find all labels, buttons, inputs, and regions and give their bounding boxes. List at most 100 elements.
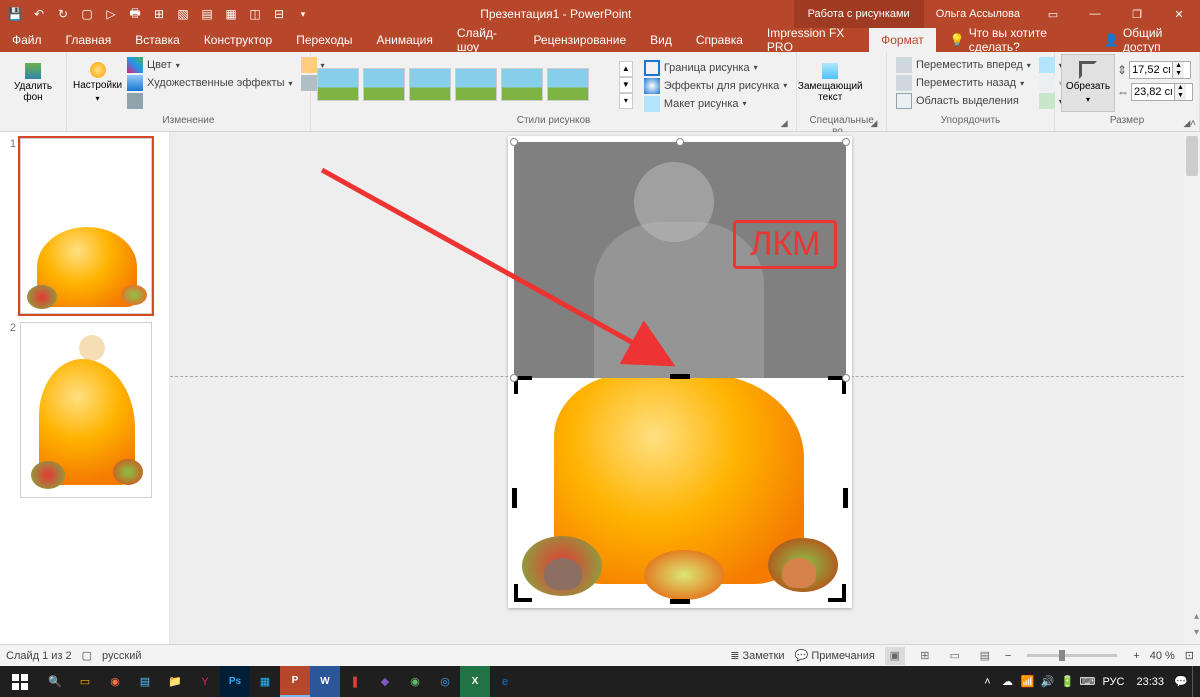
taskbar-app[interactable]: ◉ <box>100 666 130 697</box>
taskbar-app[interactable]: ◎ <box>430 666 460 697</box>
spin-up-icon[interactable]: ▲ <box>1174 84 1186 92</box>
qat-icon[interactable]: ▤ <box>196 3 218 25</box>
selection-pane-button[interactable]: Область выделения <box>893 92 1034 110</box>
taskbar-app-powerpoint[interactable]: P <box>280 666 310 697</box>
crop-handle[interactable] <box>828 584 846 602</box>
normal-view-icon[interactable]: ▣ <box>885 647 905 665</box>
spellcheck-icon[interactable]: ▢ <box>82 649 92 662</box>
user-name[interactable]: Ольга Ассылова <box>924 8 1032 20</box>
tab-view[interactable]: Вид <box>638 28 684 52</box>
tray-keyboard-icon[interactable]: ⌨ <box>1078 670 1096 694</box>
qat-more-icon[interactable]: ▾ <box>292 3 314 25</box>
tell-me-search[interactable]: 💡Что вы хотите сделать? <box>936 26 1092 54</box>
qat-icon[interactable]: ◫ <box>244 3 266 25</box>
crop-handle[interactable] <box>512 488 517 508</box>
style-thumb[interactable] <box>547 68 589 101</box>
qat-icon[interactable]: ▦ <box>220 3 242 25</box>
tab-design[interactable]: Конструктор <box>192 28 284 52</box>
height-input[interactable]: ▲▼ <box>1129 61 1191 79</box>
slide-thumbnail-1[interactable]: 1 <box>4 138 165 314</box>
zoom-slider-thumb[interactable] <box>1059 650 1065 661</box>
picture-border-button[interactable]: Граница рисунка ▾ <box>641 59 790 77</box>
taskbar-app[interactable]: Y <box>190 666 220 697</box>
alt-text-button[interactable]: Замещающий текст <box>803 54 857 112</box>
tray-clock[interactable]: 23:33 <box>1130 676 1170 688</box>
gallery-down-icon[interactable]: ▼ <box>619 77 633 93</box>
taskbar-app[interactable]: 📁 <box>160 666 190 697</box>
tab-file[interactable]: Файл <box>0 28 54 52</box>
next-slide-icon[interactable]: ▾ <box>1194 627 1199 638</box>
undo-icon[interactable]: ↶ <box>28 3 50 25</box>
picture-layout-button[interactable]: Макет рисунка ▾ <box>641 95 790 113</box>
corrections-button[interactable]: Настройки▾ <box>73 54 122 112</box>
qat-icon[interactable]: ⊞ <box>148 3 170 25</box>
collapse-ribbon-icon[interactable]: ˄ <box>1190 118 1196 129</box>
tab-animations[interactable]: Анимация <box>365 28 445 52</box>
send-backward-button[interactable]: Переместить назад ▾ <box>893 74 1034 92</box>
tab-review[interactable]: Рецензирование <box>521 28 638 52</box>
slide-counter[interactable]: Слайд 1 из 2 <box>6 650 72 662</box>
taskbar-app[interactable]: ❚ <box>340 666 370 697</box>
selection-handle[interactable] <box>510 138 518 146</box>
tray-notifications-icon[interactable]: 💬 <box>1172 670 1190 694</box>
taskbar-app-excel[interactable]: X <box>460 666 490 697</box>
save-icon[interactable]: 💾 <box>4 3 26 25</box>
qat-icon[interactable]: ▧ <box>172 3 194 25</box>
vertical-scrollbar[interactable] <box>1184 132 1200 644</box>
style-thumb[interactable] <box>409 68 451 101</box>
tray-network-icon[interactable]: 📶 <box>1018 670 1036 694</box>
fit-slide-icon[interactable]: ⊡ <box>1185 649 1194 662</box>
from-beginning-icon[interactable]: ▷ <box>100 3 122 25</box>
selection-handle[interactable] <box>676 138 684 146</box>
crop-handle[interactable] <box>514 584 532 602</box>
slide-thumbnails-pane[interactable]: 1 2 <box>0 132 170 644</box>
tab-slideshow[interactable]: Слайд-шоу <box>445 28 522 52</box>
ribbon-options-icon[interactable]: ▭ <box>1032 0 1074 28</box>
dialog-launcher-icon[interactable]: ◢ <box>778 118 790 130</box>
compress-pictures-button[interactable] <box>124 92 295 110</box>
taskbar-app[interactable]: ▦ <box>250 666 280 697</box>
share-button[interactable]: 👤Общий доступ <box>1092 26 1200 54</box>
style-thumb[interactable] <box>363 68 405 101</box>
search-icon[interactable]: 🔍 <box>40 666 70 697</box>
tray-onedrive-icon[interactable]: ☁ <box>998 670 1016 694</box>
tray-battery-icon[interactable]: 🔋 <box>1058 670 1076 694</box>
comments-button[interactable]: 💬 Примечания <box>795 649 875 662</box>
redo-icon[interactable]: ↻ <box>52 3 74 25</box>
quick-print-icon[interactable]: 🖶 <box>124 3 146 25</box>
tray-chevron-icon[interactable]: ˄ <box>978 670 996 694</box>
notes-button[interactable]: ≣ Заметки <box>730 649 784 662</box>
bring-forward-button[interactable]: Переместить вперед ▾ <box>893 56 1034 74</box>
taskbar-app[interactable]: ▤ <box>130 666 160 697</box>
language-indicator[interactable]: русский <box>102 650 141 662</box>
taskbar-app[interactable]: ◉ <box>400 666 430 697</box>
tray-volume-icon[interactable]: 🔊 <box>1038 670 1056 694</box>
scrollbar-thumb[interactable] <box>1186 136 1198 176</box>
crop-handle[interactable] <box>670 374 690 379</box>
style-thumb[interactable] <box>317 68 359 101</box>
color-button[interactable]: Цвет ▾ <box>124 56 295 74</box>
tab-home[interactable]: Главная <box>54 28 124 52</box>
width-input[interactable]: ▲▼ <box>1131 83 1193 101</box>
zoom-slider[interactable] <box>1027 654 1117 657</box>
tab-impression[interactable]: Impression FX PRO <box>755 28 869 52</box>
prev-slide-icon[interactable]: ▴ <box>1194 611 1199 622</box>
selection-handle[interactable] <box>510 374 518 382</box>
taskbar-app-photoshop[interactable]: Ps <box>220 666 250 697</box>
slide-editor[interactable]: ЛКМ ▴ ▾ <box>170 132 1200 644</box>
spin-down-icon[interactable]: ▼ <box>1174 92 1186 100</box>
zoom-in-icon[interactable]: + <box>1133 650 1139 662</box>
style-thumb[interactable] <box>455 68 497 101</box>
show-desktop-button[interactable] <box>1192 666 1198 697</box>
reading-view-icon[interactable]: ▭ <box>945 647 965 665</box>
picture-styles-gallery[interactable] <box>317 68 617 101</box>
taskbar-app[interactable]: ▭ <box>70 666 100 697</box>
spin-down-icon[interactable]: ▼ <box>1172 70 1184 78</box>
style-thumb[interactable] <box>501 68 543 101</box>
selection-handle[interactable] <box>842 138 850 146</box>
zoom-level[interactable]: 40 % <box>1150 650 1175 662</box>
tray-language[interactable]: РУС <box>1098 676 1128 688</box>
tab-insert[interactable]: Вставка <box>123 28 192 52</box>
tab-format[interactable]: Формат <box>869 28 936 52</box>
sorter-view-icon[interactable]: ⊞ <box>915 647 935 665</box>
